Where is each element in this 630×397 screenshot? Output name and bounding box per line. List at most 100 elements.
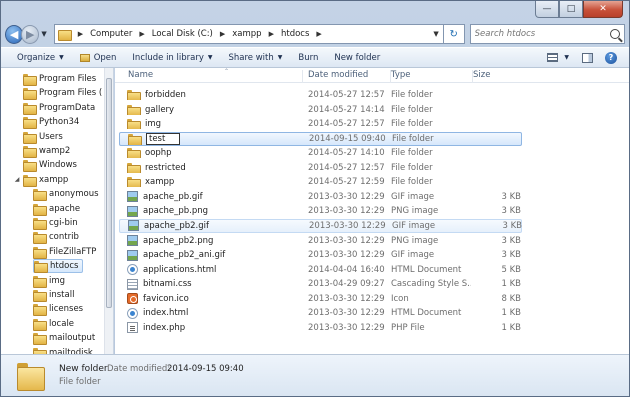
change-view-button[interactable] bbox=[544, 51, 560, 65]
folder-icon bbox=[127, 119, 141, 130]
rename-input[interactable] bbox=[146, 132, 180, 145]
close-button[interactable]: ✕ bbox=[583, 1, 623, 18]
scrollbar-thumb[interactable] bbox=[106, 78, 112, 308]
file-row[interactable]: oophp 2014-05-27 14:10 File folder bbox=[119, 146, 522, 160]
burn-button[interactable]: Burn bbox=[290, 47, 326, 68]
forward-button[interactable]: ▶ bbox=[21, 24, 40, 44]
file-row[interactable]: applications.html 2014-04-04 16:40 HTML Do… bbox=[119, 263, 522, 277]
file-row[interactable]: apache_pb2_ani.gif 2013-03-30 12:29 GIF im… bbox=[119, 248, 522, 262]
file-row[interactable]: forbidden 2014-05-27 12:57 File folder bbox=[119, 88, 522, 102]
help-icon: ? bbox=[605, 51, 617, 64]
file-size: 3 KB bbox=[501, 250, 521, 261]
minimize-button[interactable]: — bbox=[535, 1, 559, 18]
nav-pane-scrollbar[interactable] bbox=[104, 68, 113, 354]
open-button[interactable]: Open bbox=[72, 47, 125, 68]
sidebar-item-python34[interactable]: Python34 bbox=[23, 115, 79, 130]
sidebar-item-label: contrib bbox=[49, 232, 79, 243]
breadcrumb-local-disk[interactable]: Local Disk (C:) ▶ bbox=[152, 29, 226, 39]
folder-icon bbox=[33, 203, 47, 216]
search-box[interactable] bbox=[469, 24, 626, 44]
sidebar-item-filezillaftp[interactable]: FileZillaFTP bbox=[33, 245, 96, 259]
file-row[interactable]: apache_pb.gif 2013-03-30 12:29 GIF image 3 … bbox=[119, 190, 522, 204]
sidebar-item-users[interactable]: Users bbox=[23, 130, 63, 144]
details-item-name: New folder bbox=[59, 364, 108, 374]
file-row[interactable]: apache_pb.png 2013-03-30 12:29 PNG image 3 … bbox=[119, 204, 522, 218]
sidebar-item-label: Program Files ( bbox=[39, 88, 103, 99]
file-type: File folder bbox=[391, 148, 433, 159]
file-row[interactable]: favicon.ico 2013-03-30 12:29 Icon 8 KB bbox=[119, 292, 522, 306]
folder-icon bbox=[33, 218, 47, 230]
sidebar-item-mailtodisk[interactable]: mailtodisk bbox=[33, 346, 93, 354]
sidebar-item-windows[interactable]: Windows bbox=[23, 158, 77, 173]
maximize-button[interactable]: □ bbox=[559, 1, 583, 18]
file-name: forbidden bbox=[145, 90, 186, 100]
folder-icon bbox=[33, 275, 47, 288]
sidebar-item-program-files[interactable]: Program Files bbox=[23, 72, 96, 86]
folder-icon bbox=[33, 189, 47, 202]
file-list: Name ⌃ Date modified Type Size forbidden 2… bbox=[115, 68, 629, 354]
folder-icon bbox=[33, 318, 47, 331]
refresh-button[interactable]: ↻ bbox=[443, 24, 465, 44]
address-history-dropdown-icon[interactable]: ▼ bbox=[429, 30, 442, 38]
file-name: gallery bbox=[145, 104, 175, 115]
sidebar-item-contrib[interactable]: contrib bbox=[33, 230, 79, 245]
sidebar-item-licenses[interactable]: licenses bbox=[33, 302, 83, 317]
file-row[interactable]: gallery 2014-05-27 14:14 File folder bbox=[119, 103, 522, 117]
file-date-modified: 2014-05-27 14:14 bbox=[308, 104, 385, 115]
breadcrumb-htdocs[interactable]: htdocs ▶ bbox=[281, 29, 322, 39]
file-row[interactable]: restricted 2014-05-27 12:57 File folder bbox=[119, 161, 522, 175]
image-file-icon bbox=[127, 235, 138, 246]
sidebar-item-programdata[interactable]: ProgramData bbox=[23, 101, 95, 115]
file-row[interactable]: apache_pb2.gif 2013-03-30 12:29 GIF image 3… bbox=[119, 218, 522, 233]
file-size: 3 KB bbox=[501, 206, 521, 217]
new-folder-button[interactable]: New folder bbox=[326, 47, 388, 68]
column-header-size[interactable]: Size bbox=[473, 70, 533, 83]
folder-icon bbox=[127, 177, 141, 188]
column-header-type[interactable]: Type bbox=[391, 70, 473, 83]
breadcrumb-root-arrow[interactable]: ▶ bbox=[78, 30, 83, 38]
search-input[interactable] bbox=[474, 29, 611, 39]
folder-icon bbox=[23, 88, 37, 101]
collapse-arrow-icon[interactable]: ◢ bbox=[13, 176, 21, 183]
file-row[interactable]: apache_pb2.png 2013-03-30 12:29 PNG image 3… bbox=[119, 234, 522, 248]
help-button[interactable]: ? bbox=[603, 51, 619, 65]
breadcrumb-computer[interactable]: Computer ▶ bbox=[90, 29, 145, 39]
sidebar-item-xampp[interactable]: ◢ xampp bbox=[15, 173, 68, 187]
sidebar-item-wamp2[interactable]: wamp2 bbox=[23, 144, 70, 158]
search-icon[interactable] bbox=[610, 29, 621, 39]
file-name-cell: apache_pb2.gif bbox=[128, 220, 303, 232]
file-row[interactable]: img 2014-05-27 12:57 File folder bbox=[119, 117, 522, 131]
share-with-button[interactable]: Share with ▼ bbox=[221, 47, 291, 68]
breadcrumb-xampp[interactable]: xampp ▶ bbox=[232, 29, 274, 39]
include-in-library-button[interactable]: Include in library ▼ bbox=[124, 47, 220, 68]
recent-pages-dropdown-icon[interactable]: ▼ bbox=[41, 30, 46, 38]
file-row[interactable]: index.html 2013-03-30 12:29 HTML Document 1… bbox=[119, 306, 522, 320]
file-row[interactable]: index.php 2013-03-30 12:29 PHP File 1 KB bbox=[119, 321, 522, 335]
sidebar-item-cgi-bin[interactable]: cgi-bin bbox=[33, 216, 78, 230]
file-type: PNG image bbox=[391, 235, 439, 246]
view-options-dropdown-icon[interactable]: ▼ bbox=[564, 54, 569, 61]
address-bar[interactable]: ▶ Computer ▶ Local Disk (C:) ▶ xampp ▶ htdo… bbox=[53, 24, 444, 44]
file-row[interactable]: bitnami.css 2013-04-29 09:27 Cascading Sty… bbox=[119, 277, 522, 291]
sidebar-item-program-files[interactable]: Program Files ( bbox=[23, 86, 103, 101]
file-name-cell: bitnami.css bbox=[127, 278, 302, 290]
sidebar-item-locale[interactable]: locale bbox=[33, 317, 74, 331]
file-name: apache_pb2.png bbox=[143, 235, 214, 246]
sidebar-item-install[interactable]: install bbox=[33, 288, 74, 302]
sidebar-item-apache[interactable]: apache bbox=[33, 202, 80, 216]
sidebar-item-img[interactable]: img bbox=[33, 274, 65, 288]
column-header-date-modified[interactable]: Date modified bbox=[308, 70, 391, 83]
preview-pane-button[interactable] bbox=[579, 51, 595, 65]
organize-button[interactable]: Organize ▼ bbox=[9, 47, 72, 68]
file-type: HTML Document bbox=[391, 264, 462, 275]
file-row[interactable]: xampp 2014-05-27 12:59 File folder bbox=[119, 175, 522, 189]
file-row[interactable]: 2014-09-15 09:40 File folder bbox=[119, 131, 522, 146]
file-size: 1 KB bbox=[501, 279, 521, 290]
file-type: File folder bbox=[391, 104, 433, 115]
column-header-name[interactable]: Name ⌃ bbox=[128, 68, 303, 83]
html-file-icon bbox=[127, 264, 138, 276]
sidebar-item-mailoutput[interactable]: mailoutput bbox=[33, 331, 95, 346]
sidebar-item-anonymous[interactable]: anonymous bbox=[33, 187, 99, 202]
file-type: PNG image bbox=[391, 206, 439, 217]
sidebar-item-htdocs[interactable]: htdocs bbox=[33, 259, 84, 274]
